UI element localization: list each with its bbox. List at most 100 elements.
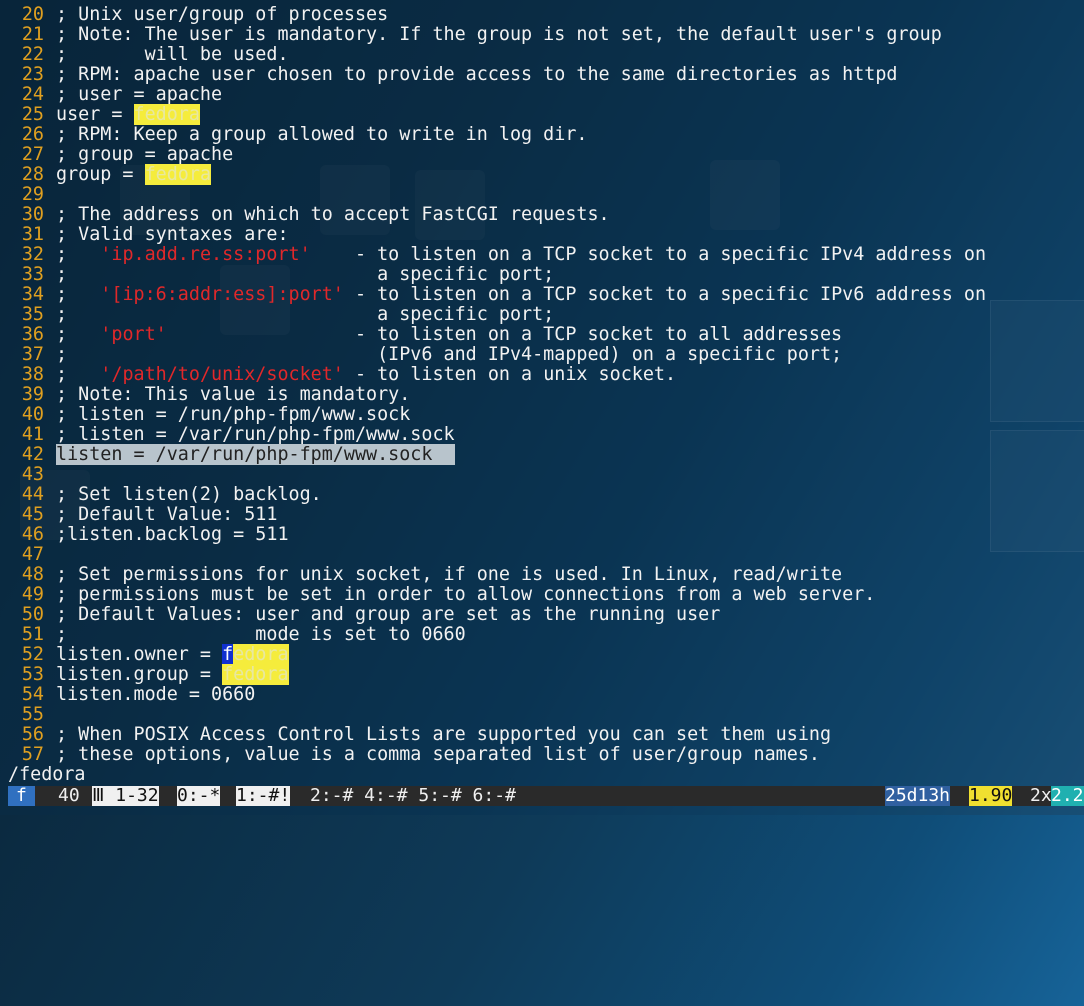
editor-line[interactable]: 53 listen.group = fedora: [8, 664, 289, 685]
editor-line[interactable]: 21 ; Note: The user is mandatory. If the …: [8, 25, 942, 45]
line-text: - to listen on a TCP socket to all addre…: [166, 324, 843, 345]
line-text: listen = /var/run/php-fpm/www.sock: [56, 444, 455, 465]
editor-line[interactable]: 48 ; Set permissions for unix socket, if …: [8, 565, 842, 585]
editor-line[interactable]: 31 ; Valid syntaxes are:: [8, 225, 289, 245]
line-number: 51: [21, 624, 44, 645]
line-text: ; Set permissions for unix socket, if on…: [56, 564, 843, 585]
line-text: - to listen on a unix socket.: [343, 364, 677, 385]
line-number: 50: [21, 604, 44, 625]
line-number: 38: [21, 364, 44, 385]
line-text: ;: [56, 284, 101, 305]
line-number: 40: [21, 404, 44, 425]
terminal-window[interactable]: 20 ; Unix user/group of processes 21 ; Note…: [0, 0, 1084, 815]
editor-line[interactable]: 41 ; listen = /var/run/php-fpm/www.sock: [8, 425, 455, 445]
editor-line[interactable]: 22 ; will be used.: [8, 45, 289, 65]
line-number: 39: [21, 384, 44, 405]
line-number: 28: [21, 164, 44, 185]
line-text: ; will be used.: [56, 44, 289, 65]
editor-line[interactable]: 54 listen.mode = 0660: [8, 685, 255, 705]
line-number: 52: [21, 644, 44, 665]
editor-line[interactable]: 34; '[ip:6:addr:ess]:port' - to listen o…: [8, 285, 986, 305]
editor-line[interactable]: 33 ; a specific port;: [8, 265, 554, 285]
editor-line[interactable]: 24 ; user = apache: [8, 85, 222, 105]
editor-line[interactable]: 29: [8, 185, 56, 205]
line-number: 32: [21, 244, 44, 265]
editor-line[interactable]: 39 ; Note: This value is mandatory.: [8, 385, 410, 405]
editor-line[interactable]: 52 listen.owner = fedora: [8, 644, 289, 665]
editor-line[interactable]: 20 ; Unix user/group of processes: [8, 5, 388, 25]
line-number: 20: [21, 4, 44, 25]
line-text: ; Note: This value is mandatory.: [56, 384, 411, 405]
editor-line[interactable]: 57 ; these options, value is a comma sepa…: [8, 745, 820, 765]
editor-line[interactable]: 27 ; group = apache: [8, 145, 233, 165]
editor-line[interactable]: 44 ; Set listen(2) backlog.: [8, 485, 322, 505]
line-number: 49: [21, 584, 44, 605]
line-text: ; these options, value is a comma separa…: [56, 744, 820, 765]
editor-line[interactable]: 32; 'ip.add.re.ss:port' - to listen on a…: [8, 245, 986, 265]
string-literal: 'port': [100, 324, 167, 345]
editor-line[interactable]: 28 group = fedora: [8, 164, 212, 185]
window-tab-0[interactable]: 0:-*: [177, 786, 221, 806]
editor-line[interactable]: 46 ;listen.backlog = 511: [8, 525, 289, 545]
cpu-value: 2.2: [1051, 785, 1084, 806]
line-text: listen.mode = 0660: [56, 684, 256, 705]
line-number: 53: [21, 664, 44, 685]
line-text: ; group = apache: [56, 144, 234, 165]
line-number: 36: [21, 324, 44, 345]
line-number: 46: [21, 524, 44, 545]
editor-line[interactable]: 47: [8, 545, 56, 565]
line-number: 57: [21, 744, 44, 765]
line-text: group =: [56, 164, 145, 185]
line-text: ; listen = /run/php-fpm/www.sock: [56, 404, 411, 425]
editor-line[interactable]: 45 ; Default Value: 511: [8, 504, 278, 525]
line-text: ; Valid syntaxes are:: [56, 224, 289, 245]
editor-line[interactable]: 55: [8, 705, 56, 725]
line-text: ; a specific port;: [56, 304, 555, 325]
window-tabs-other[interactable]: 2:-# 4:-# 5:-# 6:-#: [310, 786, 516, 806]
line-number: 43: [21, 464, 44, 485]
editor-line[interactable]: 35 ; a specific port;: [8, 305, 554, 325]
editor-line[interactable]: 49 ; permissions must be set in order to …: [8, 584, 876, 605]
line-text: ; mode is set to 0660: [56, 624, 466, 645]
line-text: - to listen on a TCP socket to a specifi…: [310, 244, 987, 265]
line-number: 34: [21, 284, 44, 305]
line-text: ; Set listen(2) backlog.: [56, 484, 322, 505]
line-text: ;listen.backlog = 511: [56, 524, 289, 545]
line-text: ;: [56, 364, 101, 385]
pane-count: 40: [58, 785, 80, 806]
command-line[interactable]: /fedora: [8, 765, 86, 785]
line-text: listen.owner =: [56, 644, 223, 665]
line-text: ; When POSIX Access Control Lists are su…: [56, 724, 832, 745]
editor-line[interactable]: 40 ; listen = /run/php-fpm/www.sock: [8, 405, 410, 425]
string-literal: 'ip.add.re.ss:port': [100, 244, 311, 265]
editor-line[interactable]: 51 ; mode is set to 0660: [8, 625, 466, 645]
line-number: 42: [21, 444, 44, 465]
window-tab-active[interactable]: Ⅲ 1-32: [92, 786, 159, 806]
line-text: ; a specific port;: [56, 264, 555, 285]
line-text: ; (IPv6 and IPv4-mapped) on a specific p…: [56, 344, 843, 365]
cpu-label: 2x: [1030, 785, 1052, 806]
line-number: 45: [21, 504, 44, 525]
line-text: ; The address on which to accept FastCGI…: [56, 204, 610, 225]
tmux-status-bar: f 40 Ⅲ 1-32 0:-* 1:-#! 2:-# 4:-# 5:-# 6:…: [8, 786, 1084, 806]
line-text: ; RPM: Keep a group allowed to write in …: [56, 124, 588, 145]
window-tab-1[interactable]: 1:-#!: [236, 786, 291, 806]
search-match: fedora: [222, 664, 289, 685]
editor-line[interactable]: 43: [8, 465, 56, 485]
editor-line[interactable]: 38; '/path/to/unix/socket' - to listen o…: [8, 365, 676, 385]
editor-line[interactable]: 23 ; RPM: apache user chosen to provide a…: [8, 65, 898, 85]
cursor: f: [222, 644, 234, 665]
editor-line[interactable]: 50 ; Default Values: user and group are s…: [8, 605, 720, 625]
editor-line[interactable]: 42 listen = /var/run/php-fpm/www.sock: [8, 444, 455, 465]
editor-line[interactable]: 26 ; RPM: Keep a group allowed to write i…: [8, 124, 588, 145]
editor-line[interactable]: 37 ; (IPv6 and IPv4-mapped) on a specific…: [8, 345, 842, 365]
editor-line[interactable]: 36; 'port' - to listen on a TCP socket t…: [8, 325, 842, 345]
editor-line[interactable]: 30 ; The address on which to accept FastC…: [8, 205, 610, 225]
editor-line[interactable]: 56 ; When POSIX Access Control Lists are …: [8, 725, 831, 745]
line-number: 54: [21, 684, 44, 705]
line-text: user =: [56, 104, 134, 125]
line-number: 29: [21, 184, 44, 205]
line-text: ;: [56, 244, 101, 265]
line-number: 24: [21, 84, 44, 105]
editor-line[interactable]: 25 user = fedora: [8, 104, 200, 125]
